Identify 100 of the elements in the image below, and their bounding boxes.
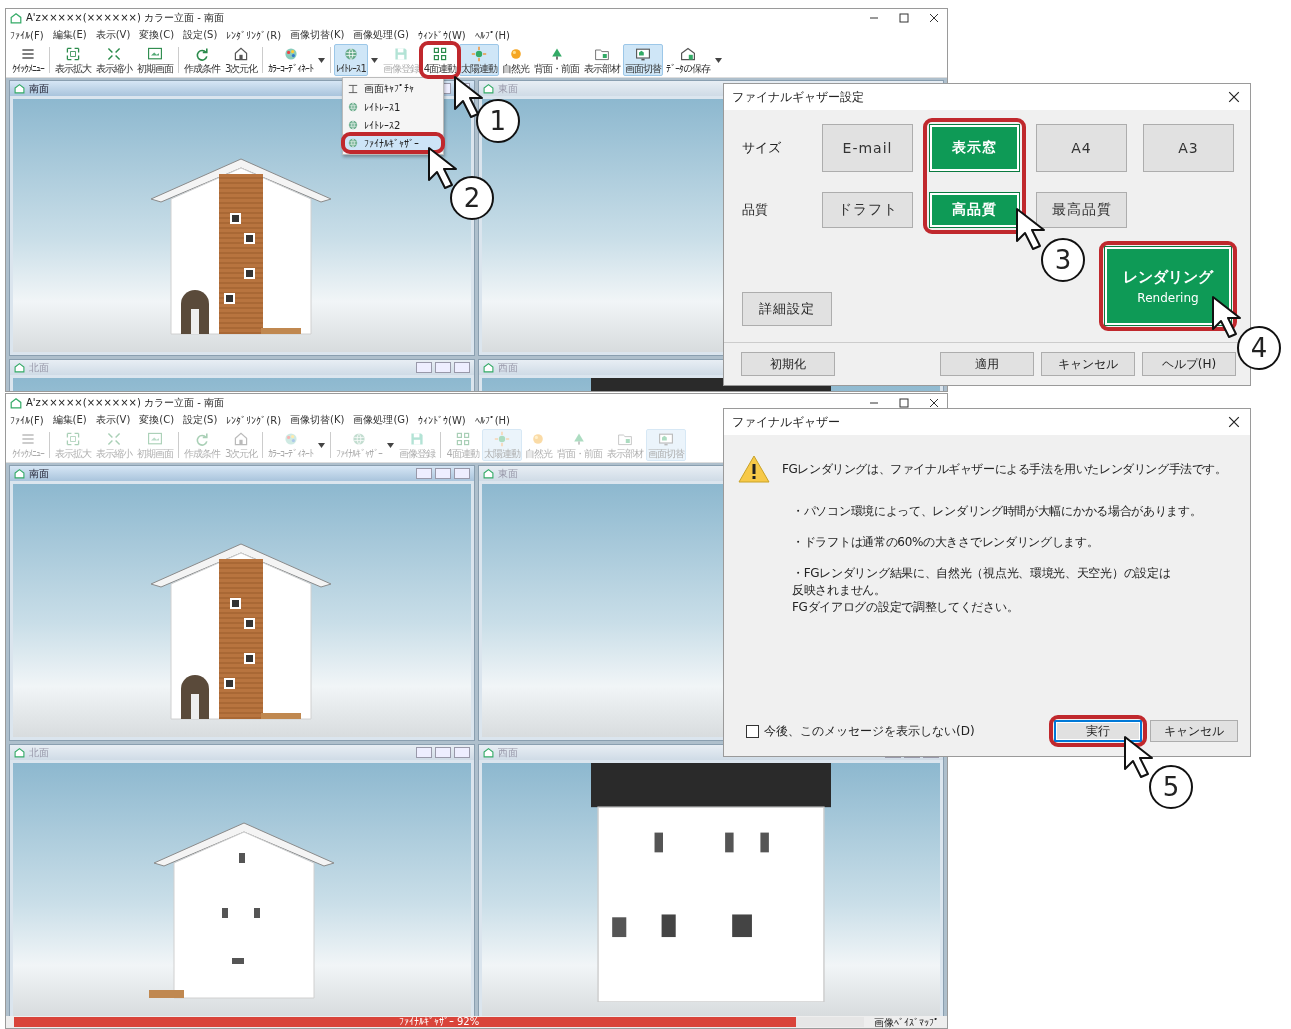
shrink-icon — [106, 431, 122, 447]
menu-item[interactable]: 変換(C) — [139, 28, 175, 42]
step-number: 4 — [1237, 326, 1281, 370]
close-icon[interactable] — [929, 13, 939, 23]
app-icon — [10, 12, 22, 24]
dialog-button[interactable]: ヘルプ(H) — [1142, 352, 1236, 376]
maximize-icon[interactable] — [899, 398, 909, 408]
house-icon — [14, 468, 25, 479]
menu-item[interactable]: ﾚｲﾄﾚｰｽ1 — [343, 98, 443, 116]
menu-item[interactable]: 表示(V) — [95, 28, 131, 42]
palette-icon — [282, 431, 299, 447]
option-button[interactable]: A3 — [1143, 124, 1234, 172]
render-button[interactable]: レンダリング Rendering — [1104, 246, 1232, 326]
detail-settings-button[interactable]: 詳細設定 — [742, 292, 832, 326]
save-icon — [392, 46, 409, 62]
sun-icon — [493, 431, 510, 447]
toolbar-button[interactable]: 作成条件 — [182, 44, 222, 76]
dropdown-caret-icon[interactable] — [370, 57, 378, 63]
note-text: FGダイアログの設定で調整してください。 — [792, 599, 1020, 616]
menu-item[interactable]: ｳｨﾝﾄﾞｳ(W) — [418, 414, 466, 426]
palette-icon — [282, 46, 299, 62]
dialog-button[interactable]: キャンセル — [1041, 352, 1135, 376]
grid-icon — [454, 431, 471, 447]
toolbar-button[interactable]: ﾃﾞｰﾀの保存 — [664, 44, 713, 76]
toolbar-button[interactable]: 初期画面 — [135, 44, 175, 76]
globe-icon — [347, 119, 359, 131]
window-title: A'z×××××(××××××) カラー立面 - 南面 — [26, 11, 224, 25]
menu-item[interactable]: 設定(S) — [183, 28, 218, 42]
toolbar-button[interactable]: 背面・前面 — [532, 44, 582, 76]
option-button[interactable]: E-mail — [822, 124, 913, 172]
house-icon — [14, 362, 25, 373]
house-outline-icon — [233, 431, 250, 447]
note-text: ・FGレンダリング結果に、自然光（視点光、環境光、天空光）の設定は — [792, 565, 1172, 582]
menu-item[interactable]: ﾚﾝﾀﾞﾘﾝｸﾞ(R) — [226, 29, 282, 41]
house-icon — [14, 747, 25, 758]
option-button[interactable]: 高品質 — [929, 192, 1020, 228]
option-button[interactable]: 最高品質 — [1036, 192, 1127, 228]
menu-item[interactable]: 画面ｷｬﾌﾟﾁｬ — [343, 80, 443, 98]
menu-item[interactable]: 画像切替(K) — [290, 413, 345, 427]
menu-item[interactable]: 変換(C) — [139, 413, 175, 427]
field-label: サイズ — [742, 139, 782, 157]
menu-item[interactable]: 編集(E) — [52, 413, 87, 427]
dialog-button[interactable]: 適用 — [940, 352, 1034, 376]
status-text: 画像ﾍﾞｲｽﾞﾏｯﾌﾟ — [874, 1016, 939, 1028]
dropdown-caret-icon[interactable] — [318, 57, 326, 63]
menu-item[interactable]: ﾚﾝﾀﾞﾘﾝｸﾞ(R) — [226, 414, 282, 426]
monitor-icon — [635, 46, 652, 62]
option-button[interactable]: A4 — [1036, 124, 1127, 172]
close-icon[interactable] — [1228, 91, 1240, 103]
toolbar-button[interactable]: 表示拡大 — [53, 44, 93, 76]
option-button[interactable]: ドラフト — [822, 192, 913, 228]
house-icon — [483, 83, 494, 94]
step-number: 5 — [1149, 765, 1193, 809]
dialog-title: ファイナルギャザー設定 — [732, 88, 864, 106]
toolbar-button[interactable]: 太陽連動 — [459, 44, 500, 76]
option-button[interactable]: 表示窓 — [929, 124, 1020, 172]
menu-item[interactable]: 画像処理(G) — [353, 28, 409, 42]
child-window-title: 東面 — [498, 81, 518, 96]
menu-item[interactable]: ｳｨﾝﾄﾞｳ(W) — [418, 29, 466, 41]
toolbar-button[interactable]: 3次元化 — [223, 44, 260, 76]
maximize-icon[interactable] — [899, 13, 909, 23]
toolbar-button[interactable]: ｶﾗｰｺｰﾃﾞｨﾈｰﾄ — [266, 44, 316, 76]
menu-item[interactable]: ﾍﾙﾌﾟ(H) — [474, 414, 511, 426]
checkbox-label[interactable]: 今後、このメッセージを表示しない(D) — [764, 722, 975, 740]
toolbar-button[interactable]: 表示部材 — [582, 44, 623, 76]
house-icon — [483, 362, 494, 373]
folder-icon — [616, 431, 633, 447]
dropdown-caret-icon[interactable] — [715, 57, 723, 63]
close-icon[interactable] — [929, 398, 939, 408]
toolbar-button[interactable]: 表示縮小 — [94, 44, 134, 76]
toolbar-button[interactable]: ﾚｲﾄﾚｰｽ1 — [334, 44, 368, 76]
menu-item[interactable]: ﾍﾙﾌﾟ(H) — [474, 29, 511, 41]
menu-item[interactable]: 設定(S) — [183, 413, 218, 427]
toolbar-button[interactable]: ｸｲｯｸﾒﾆｭｰ — [10, 44, 46, 76]
globe-icon — [347, 101, 359, 113]
menu-item[interactable]: ﾚｲﾄﾚｰｽ2 — [343, 116, 443, 134]
dialog-button[interactable]: 実行 — [1054, 720, 1142, 742]
child-window-title: 西面 — [498, 360, 518, 375]
menu-icon — [20, 46, 36, 62]
menu-item[interactable]: ﾌｧｲﾙ(F) — [10, 414, 44, 426]
menu-item[interactable]: 表示(V) — [95, 413, 131, 427]
folder-icon — [594, 46, 611, 62]
child-window-title: 東面 — [498, 466, 518, 481]
globe-icon — [347, 137, 359, 149]
house-icon — [483, 747, 494, 758]
dialog-button[interactable]: 初期化 — [741, 352, 835, 376]
toolbar-button[interactable]: 4面連動 — [421, 44, 459, 76]
dialog-button[interactable]: キャンセル — [1150, 720, 1238, 742]
dialog-title: ファイナルギャザー — [732, 413, 840, 431]
close-icon[interactable] — [1228, 416, 1240, 428]
app-icon — [10, 397, 22, 409]
menu-item[interactable]: 画像処理(G) — [353, 413, 409, 427]
menu-item[interactable]: ﾌｧｲﾙ(F) — [10, 29, 44, 41]
menu-item[interactable]: 編集(E) — [52, 28, 87, 42]
menu-item[interactable]: 画像切替(K) — [290, 28, 345, 42]
save-icon — [409, 431, 426, 447]
refresh-icon — [194, 431, 210, 447]
checkbox[interactable] — [746, 724, 759, 738]
toolbar-button[interactable]: 自然光 — [500, 44, 532, 76]
toolbar-button[interactable]: 画面切替 — [623, 44, 664, 76]
